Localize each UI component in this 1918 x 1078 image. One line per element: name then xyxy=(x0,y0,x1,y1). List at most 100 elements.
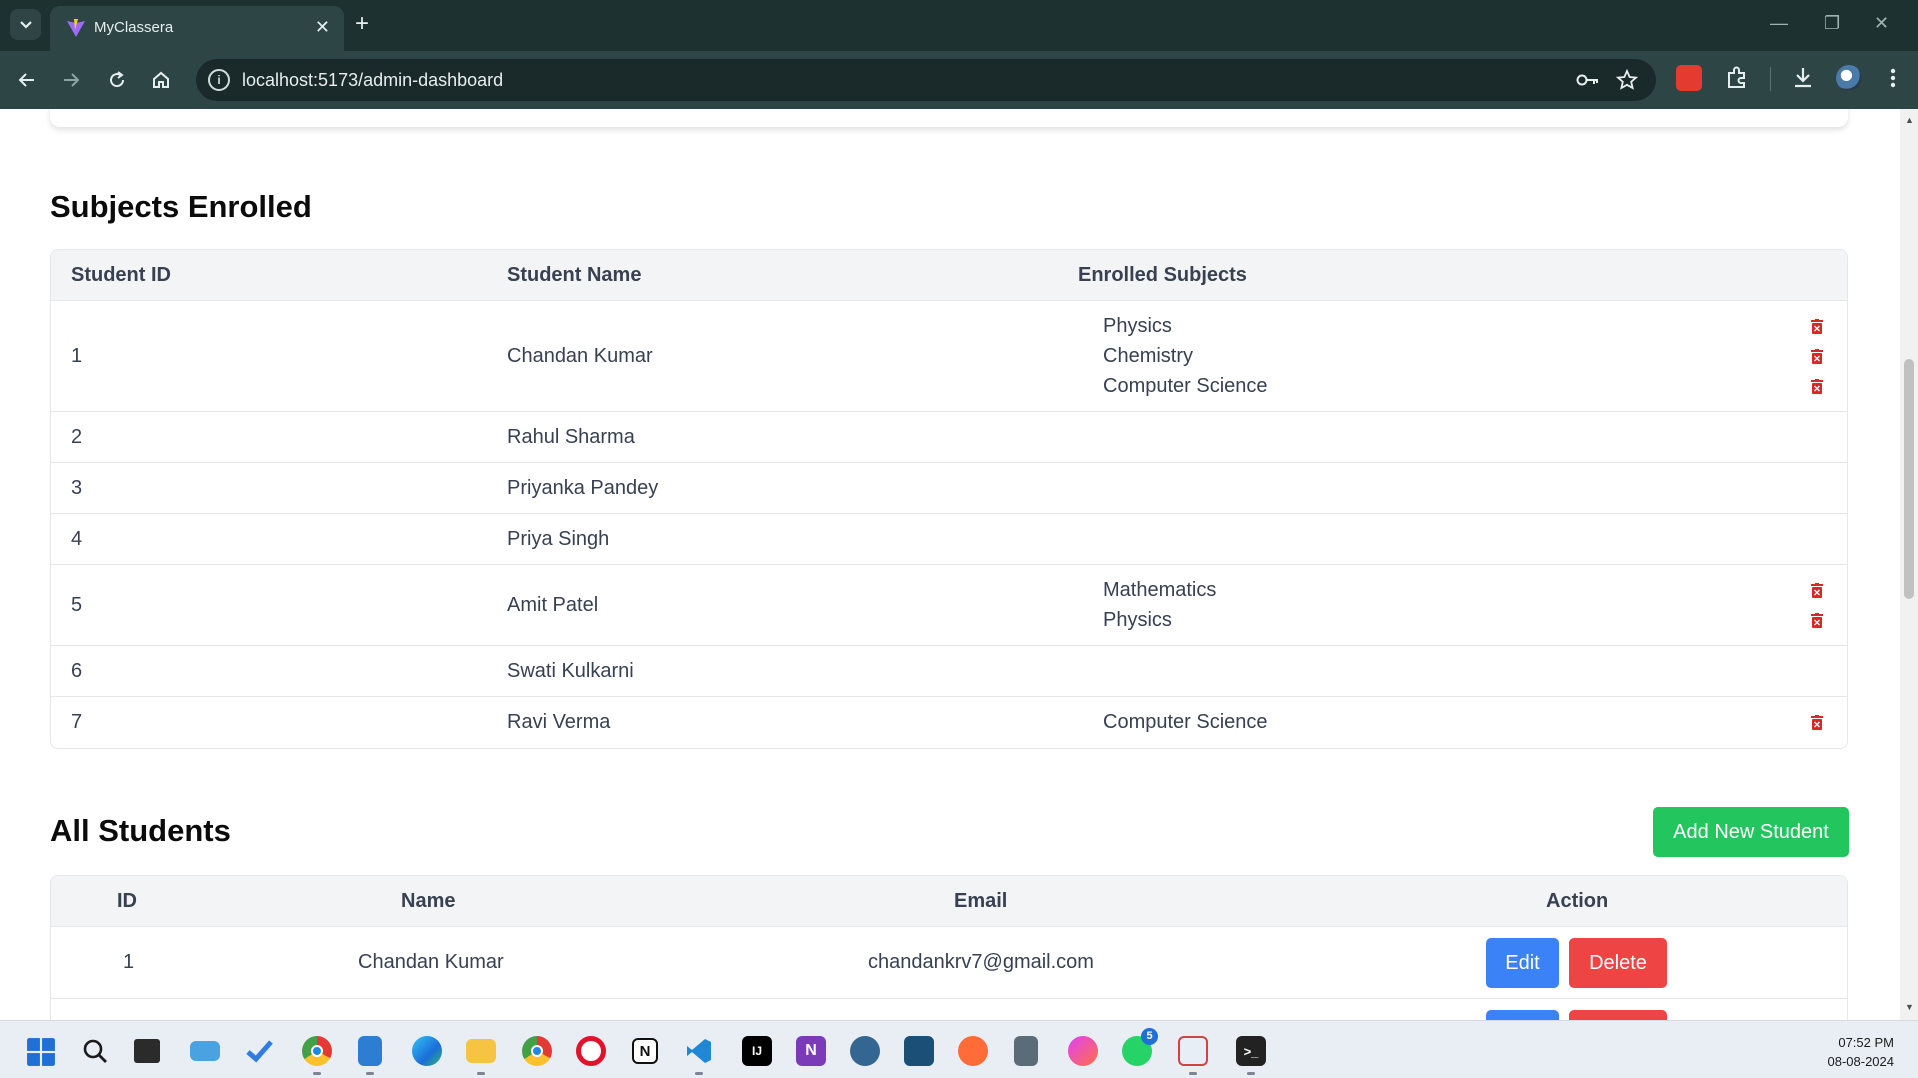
new-tab-button[interactable]: + xyxy=(355,11,369,37)
profile-avatar[interactable] xyxy=(1836,65,1862,91)
edge-icon[interactable] xyxy=(412,1036,442,1066)
subject-item: Chemistry xyxy=(1103,345,1194,367)
browser-tab-bar: MyClassera ✕ + — ❐ ✕ xyxy=(0,0,1918,51)
student-id: 3 xyxy=(71,477,83,499)
mysql-workbench-icon[interactable] xyxy=(904,1036,934,1066)
header-student-name: Student Name xyxy=(507,264,642,286)
intellij-icon[interactable]: IJ xyxy=(742,1036,772,1066)
onenote-icon[interactable]: N xyxy=(796,1036,826,1066)
trash-icon[interactable] xyxy=(1811,583,1823,598)
restore-icon[interactable]: ❐ xyxy=(1824,13,1840,34)
student-name: Chandan Kumar xyxy=(507,345,653,367)
running-indicator xyxy=(366,1072,374,1075)
all-students-title: All Students xyxy=(50,813,231,848)
url-text[interactable]: localhost:5173/admin-dashboard xyxy=(242,70,503,91)
student-name: Chandan Kumar xyxy=(358,951,504,973)
student-id: 5 xyxy=(71,594,83,616)
terminal-icon[interactable]: >_ xyxy=(1236,1036,1266,1066)
close-window-icon[interactable]: ✕ xyxy=(1874,13,1889,34)
windows-taskbar: N IJ N 5 >_ 07:52 PM 08-08-2024 xyxy=(0,1020,1918,1078)
add-new-student-button[interactable]: Add New Student xyxy=(1653,807,1849,857)
delete-button[interactable] xyxy=(1569,1010,1667,1020)
student-id: 6 xyxy=(71,660,83,682)
subjects-table-header: Student ID Student Name Enrolled Subject… xyxy=(51,250,1847,301)
subject-item: Mathematics xyxy=(1103,579,1217,601)
page-scrollbar[interactable]: ▲ ▼ xyxy=(1900,109,1918,1020)
todo-check-icon[interactable] xyxy=(244,1036,274,1066)
running-indicator xyxy=(695,1072,703,1075)
student-id: 7 xyxy=(71,711,83,733)
table-row: 6 Swati Kulkarni xyxy=(51,646,1847,697)
subject-item: Physics xyxy=(1103,315,1172,337)
notion-icon[interactable]: N xyxy=(632,1038,658,1064)
chrome-icon[interactable] xyxy=(302,1036,332,1066)
vscode-icon[interactable] xyxy=(684,1036,714,1066)
subject-item: Computer Science xyxy=(1103,711,1268,733)
scroll-up-icon[interactable]: ▲ xyxy=(1905,115,1914,125)
opera-icon[interactable] xyxy=(576,1036,606,1066)
delete-button[interactable]: Delete xyxy=(1569,938,1667,988)
student-id: 2 xyxy=(71,426,83,448)
download-icon[interactable] xyxy=(1790,65,1816,91)
trash-icon[interactable] xyxy=(1811,379,1823,394)
system-clock[interactable]: 07:52 PM 08-08-2024 xyxy=(1828,1033,1895,1071)
reload-button[interactable] xyxy=(102,65,132,95)
postman-icon[interactable] xyxy=(958,1036,988,1066)
table-row: 4 Priya Singh xyxy=(51,514,1847,565)
header-student-id: Student ID xyxy=(71,264,171,286)
trash-icon[interactable] xyxy=(1811,349,1823,364)
trash-icon[interactable] xyxy=(1811,319,1823,334)
header-action: Action xyxy=(1546,890,1609,912)
notepad-icon[interactable] xyxy=(358,1036,382,1066)
tab-search-button[interactable] xyxy=(10,9,41,40)
windows-start-icon[interactable] xyxy=(26,1037,56,1067)
browser-toolbar: i localhost:5173/admin-dashboard xyxy=(0,51,1918,109)
forward-button[interactable] xyxy=(56,65,86,95)
file-explorer-icon[interactable] xyxy=(466,1039,496,1063)
student-id: 4 xyxy=(71,528,83,550)
postgresql-icon[interactable] xyxy=(850,1036,880,1066)
subjects-table: Student ID Student Name Enrolled Subject… xyxy=(50,249,1848,749)
task-view-icon[interactable] xyxy=(134,1039,160,1063)
browser-tab[interactable]: MyClassera ✕ xyxy=(50,6,344,51)
extension-red-icon[interactable] xyxy=(1676,65,1702,91)
edit-button[interactable] xyxy=(1486,1010,1559,1020)
whatsapp-icon[interactable]: 5 xyxy=(1122,1028,1158,1066)
extensions-puzzle-icon[interactable] xyxy=(1724,65,1750,91)
subjects-enrolled-title: Subjects Enrolled xyxy=(50,189,312,224)
table-row: 7 Ravi Verma Computer Science xyxy=(51,697,1847,748)
scroll-down-icon[interactable]: ▼ xyxy=(1905,1002,1914,1012)
chrome-profile-icon[interactable] xyxy=(522,1036,552,1066)
student-name: Rahul Sharma xyxy=(507,426,635,448)
students-table-header: ID Name Email Action xyxy=(51,876,1847,927)
calculator-icon[interactable] xyxy=(1014,1036,1038,1066)
scroll-thumb[interactable] xyxy=(1904,359,1914,599)
header-name: Name xyxy=(401,890,456,912)
search-icon[interactable] xyxy=(80,1036,110,1066)
trash-icon[interactable] xyxy=(1811,715,1823,730)
student-id: 1 xyxy=(123,951,135,973)
tab-title: MyClassera xyxy=(94,19,174,36)
back-button[interactable] xyxy=(12,65,42,95)
trash-icon[interactable] xyxy=(1811,613,1823,628)
bookmark-star-icon[interactable] xyxy=(1616,69,1638,91)
site-info-icon[interactable]: i xyxy=(208,69,230,91)
menu-dots-icon[interactable] xyxy=(1880,65,1906,91)
header-email: Email xyxy=(954,890,1008,912)
snipping-tool-icon[interactable] xyxy=(1178,1036,1208,1066)
subject-item: Physics xyxy=(1103,609,1172,631)
widgets-icon[interactable] xyxy=(190,1041,220,1061)
clock-time: 07:52 PM xyxy=(1838,1035,1894,1050)
table-row: 1 Chandan Kumar chandankrv7@gmail.com Ed… xyxy=(51,927,1847,999)
home-button[interactable] xyxy=(146,65,176,95)
address-bar[interactable]: i localhost:5173/admin-dashboard xyxy=(196,59,1656,101)
clock-date: 08-08-2024 xyxy=(1827,1054,1895,1069)
key-icon[interactable] xyxy=(1576,72,1600,88)
close-tab-icon[interactable]: ✕ xyxy=(315,16,330,38)
arc-browser-icon[interactable] xyxy=(1068,1036,1098,1066)
minimize-icon[interactable]: — xyxy=(1770,13,1788,34)
arrow-left-icon xyxy=(18,73,34,87)
student-name: Priyanka Pandey xyxy=(507,477,659,499)
edit-button[interactable]: Edit xyxy=(1486,938,1559,988)
toolbar-divider xyxy=(1770,67,1771,91)
